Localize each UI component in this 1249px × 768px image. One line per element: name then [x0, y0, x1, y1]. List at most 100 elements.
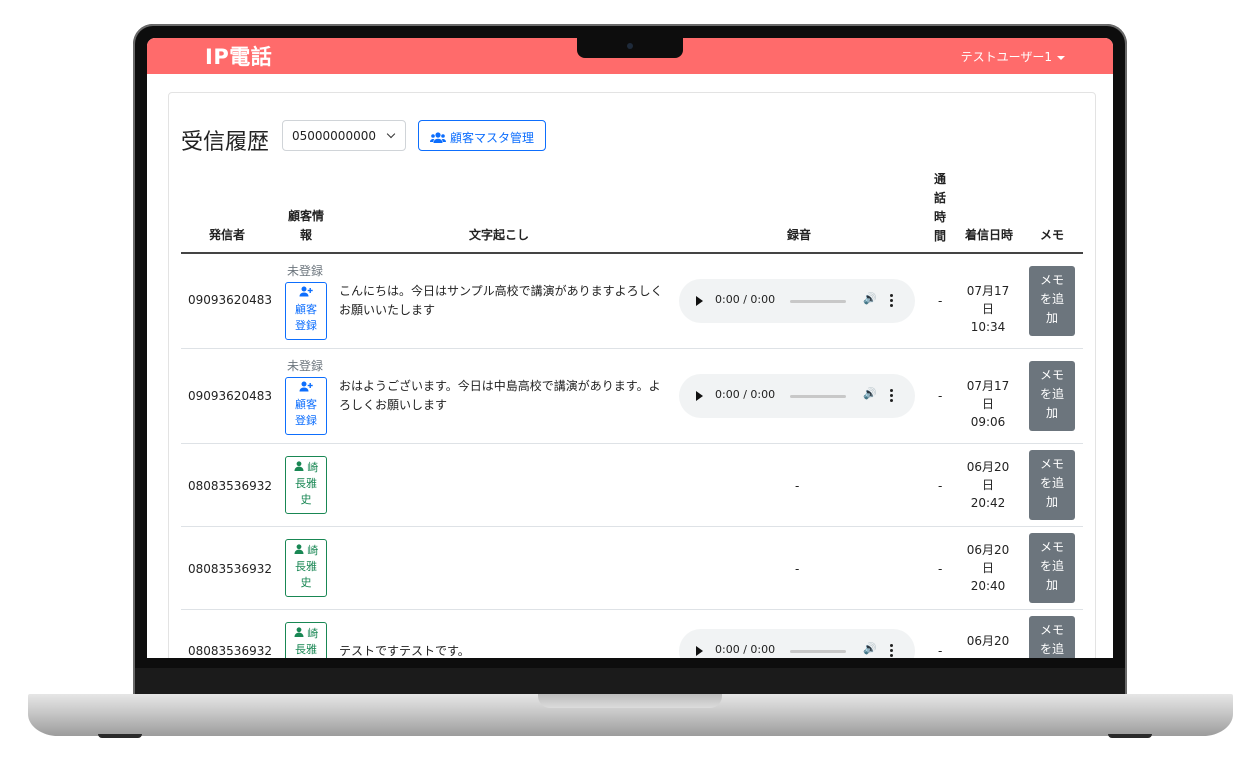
- date-line1: 06月20: [966, 543, 1010, 557]
- register-label-1: 顧客: [295, 398, 317, 411]
- audio-player[interactable]: 0:00 / 0:00 🔊: [679, 374, 915, 418]
- unregistered-label: 未登録: [287, 359, 324, 373]
- header-divider: [181, 252, 1083, 254]
- caret-down-icon: [1057, 55, 1065, 60]
- customer-name-button[interactable]: 崎 長雅: [285, 622, 327, 658]
- customer-name-text1: 崎: [307, 544, 319, 557]
- memo-label-3: 加: [1045, 578, 1058, 592]
- register-label-1: 顧客: [295, 303, 317, 316]
- customer-name-text1: 崎: [307, 627, 319, 640]
- date-line1: 07月17: [966, 379, 1010, 393]
- volume-icon[interactable]: 🔊: [863, 387, 877, 400]
- play-icon[interactable]: [696, 296, 703, 306]
- th-duration-4: 間: [933, 229, 946, 243]
- customer-name-line2: 長雅: [295, 643, 317, 656]
- customer-name-line1: 崎: [286, 626, 326, 642]
- date-line1: 07月17: [966, 284, 1010, 298]
- caller-number: 09093620483: [188, 293, 272, 307]
- more-options-icon[interactable]: [890, 294, 893, 308]
- chevron-down-icon: [386, 129, 396, 139]
- volume-icon[interactable]: 🔊: [863, 642, 877, 655]
- laptop-chin: [135, 668, 1125, 694]
- memo-label-2: を追: [1039, 476, 1064, 490]
- memo-label-2: を追: [1039, 387, 1064, 401]
- customer-name-line2: 長雅: [295, 477, 317, 490]
- add-memo-button[interactable]: メモ を追: [1029, 616, 1075, 658]
- audio-player[interactable]: 0:00 / 0:00 🔊: [679, 629, 915, 658]
- th-transcript: 文字起こし: [469, 228, 530, 242]
- more-options-icon[interactable]: [890, 644, 893, 658]
- register-customer-button[interactable]: 顧客 登録: [285, 377, 327, 435]
- player-time: 0:00 / 0:00: [715, 643, 776, 656]
- date-line2: 日 10:34: [970, 302, 1006, 334]
- app-brand[interactable]: IP電話: [205, 41, 272, 71]
- memo-label-2: を追: [1039, 642, 1064, 656]
- add-memo-button[interactable]: メモ を追 加: [1029, 361, 1075, 431]
- customer-name-button[interactable]: 崎 長雅 史: [285, 456, 327, 514]
- memo-label-2: を追: [1039, 292, 1064, 306]
- audio-player[interactable]: 0:00 / 0:00 🔊: [679, 279, 915, 323]
- th-duration-2: 話: [933, 191, 946, 205]
- row-divider: [181, 609, 1083, 610]
- customer-name-line1: 崎: [286, 460, 326, 476]
- call-duration: -: [938, 644, 943, 658]
- caller-number: 08083536932: [188, 479, 272, 493]
- th-customer-info: 顧客情 報: [285, 207, 327, 245]
- customer-master-button[interactable]: 顧客マスタ管理: [418, 120, 546, 151]
- register-customer-button[interactable]: 顧客 登録: [285, 282, 327, 340]
- date-line1: 06月20: [966, 460, 1010, 474]
- player-time: 0:00 / 0:00: [715, 388, 776, 401]
- row-divider: [181, 348, 1083, 349]
- th-customer-info-line2: 報: [299, 228, 312, 242]
- memo-label-3: 加: [1045, 495, 1058, 509]
- progress-slider[interactable]: [790, 395, 846, 398]
- add-user-icon: [286, 381, 326, 397]
- customer-name-line1: 崎: [286, 543, 326, 559]
- unregistered-label: 未登録: [287, 264, 324, 278]
- row-divider: [181, 443, 1083, 444]
- volume-icon[interactable]: 🔊: [863, 292, 877, 305]
- date-line1: 06月20: [966, 634, 1010, 648]
- laptop-foot-right: [1108, 734, 1152, 738]
- users-icon: [430, 132, 446, 147]
- play-icon[interactable]: [696, 646, 703, 656]
- transcript-text: テストですテストです。: [339, 644, 470, 658]
- memo-label-1: メモ: [1039, 273, 1064, 287]
- customer-name-text1: 崎: [307, 461, 319, 474]
- line-select[interactable]: 05000000000: [282, 120, 406, 151]
- memo-label-1: メモ: [1039, 540, 1064, 554]
- th-customer-info-line1: 顧客情: [287, 209, 324, 223]
- add-memo-button[interactable]: メモ を追 加: [1029, 533, 1075, 603]
- play-icon[interactable]: [696, 391, 703, 401]
- th-recording: 録音: [787, 228, 812, 242]
- progress-slider[interactable]: [790, 650, 846, 653]
- progress-slider[interactable]: [790, 300, 846, 303]
- page-title: 受信履歴: [181, 130, 270, 155]
- add-memo-button[interactable]: メモ を追 加: [1029, 266, 1075, 336]
- customer-name-line3: 史: [300, 576, 312, 589]
- date-line2: 日 09:06: [970, 397, 1006, 429]
- customer-name-button[interactable]: 崎 長雅 史: [285, 539, 327, 597]
- app-screen: IP電話 テストユーザー1 受信履歴 05000000000 顧客マスタ管理 発…: [147, 38, 1113, 658]
- user-menu[interactable]: テストユーザー1: [961, 48, 1065, 65]
- add-memo-button[interactable]: メモ を追 加: [1029, 450, 1075, 520]
- camera-icon: [627, 43, 633, 49]
- memo-label-1: メモ: [1039, 368, 1064, 382]
- camera-notch: [577, 38, 683, 58]
- customer-name-line2: 長雅: [295, 560, 317, 573]
- caller-number: 09093620483: [188, 389, 272, 403]
- transcript-text: おはようございます。今日は中島高校で講演があります。よろしくお願いします: [339, 379, 661, 412]
- caller-number: 08083536932: [188, 644, 272, 658]
- th-duration-3: 時: [933, 210, 946, 224]
- received-datetime: 06月20 日 20:42: [963, 458, 1013, 512]
- received-datetime: 07月17 日 09:06: [963, 377, 1013, 431]
- call-duration: -: [938, 479, 943, 493]
- user-icon: [294, 461, 304, 474]
- th-memo: メモ: [1040, 228, 1065, 242]
- memo-label-1: メモ: [1039, 457, 1064, 471]
- transcript-text: こんにちは。今日はサンプル高校で講演がありますよろしくお願いいたします: [339, 284, 663, 317]
- call-duration: -: [938, 389, 943, 403]
- customer-name-line3: 史: [300, 493, 312, 506]
- more-options-icon[interactable]: [890, 389, 893, 403]
- no-recording: -: [795, 562, 800, 576]
